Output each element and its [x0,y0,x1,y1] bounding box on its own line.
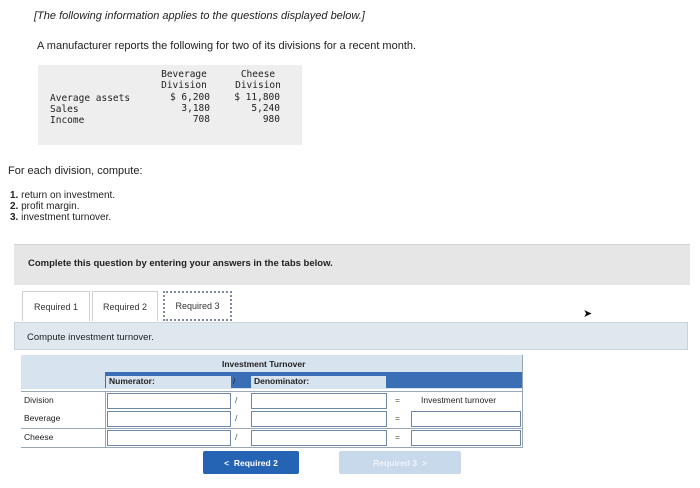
instructions-text: Complete this question by entering your … [28,258,333,269]
row-label-sales: Sales [50,104,79,115]
tab-required-2[interactable]: Required 2 [92,291,158,321]
denominator-input-division[interactable] [251,393,387,409]
investment-turnover-grid: Investment Turnover Numerator: / Denomin… [21,355,523,448]
grid-title: Investment Turnover [222,359,306,369]
compute-list: 1. return on investment. 2. profit margi… [10,190,115,223]
table-row: Beverage / = [21,410,523,429]
row-label-division: Division [24,395,54,405]
intro-statement: A manufacturer reports the following for… [37,40,417,52]
cheese-header-line1: Cheese [240,69,276,80]
numerator-input-beverage[interactable] [107,411,231,427]
beverage-sales: 3,180 [181,103,210,114]
compute-lead: For each division, compute: [8,165,143,177]
row-label-beverage: Beverage [24,413,61,423]
cheese-average-assets: $ 11,800 [234,92,280,103]
instructions-panel: Complete this question by entering your … [14,244,690,285]
cheese-sales: 5,240 [251,103,280,114]
column-divider [522,355,523,448]
list-item: 2. profit margin. [10,201,80,212]
result-input-beverage[interactable] [411,411,521,427]
intro-note: [The following information applies to th… [34,10,365,22]
header-slash: / [233,376,236,386]
denominator-input-cheese[interactable] [251,430,387,446]
slash: / [235,395,238,405]
chevron-left-icon: < [224,457,230,468]
beverage-income: 708 [192,114,210,125]
slash: / [235,432,238,442]
prev-button[interactable]: < Required 2 [203,451,299,474]
prev-button-label: Required 2 [233,457,278,468]
cheese-header-line2: Division [235,80,281,91]
division-data-table: Beverage Division Cheese Division Averag… [38,65,302,145]
equals: = [395,432,400,442]
equals: = [395,413,400,423]
table-row: Cheese / = [21,429,523,448]
row-label-average-assets: Average assets [50,93,131,104]
cheese-income: 980 [262,114,280,125]
next-button-label: Required 3 [373,457,418,468]
denominator-input-beverage[interactable] [251,411,387,427]
column-divider [105,391,106,448]
denominator-label: Denominator: [251,376,386,389]
list-item: 1. return on investment. [10,190,116,201]
row-label-cheese: Cheese [24,432,54,442]
next-button[interactable]: Required 3 > [339,451,461,474]
table-row: Division / = Investment turnover [21,391,523,411]
task-text: Compute investment turnover. [27,332,154,343]
list-item: 3. investment turnover. [10,212,112,223]
tab-required-3[interactable]: Required 3 [163,291,232,321]
result-header: Investment turnover [421,395,497,405]
beverage-header-line1: Beverage [161,69,207,80]
numerator-input-cheese[interactable] [107,430,231,446]
slash: / [235,413,238,423]
chevron-right-icon: > [421,457,427,468]
result-input-cheese[interactable] [411,430,521,446]
tab-required-1[interactable]: Required 1 [22,291,90,321]
numerator-label: Numerator: [106,376,231,389]
row-label-income: Income [50,115,85,126]
beverage-header-line2: Division [161,80,207,91]
numerator-input-division[interactable] [107,393,231,409]
task-bar: Compute investment turnover. [14,322,688,350]
equals: = [395,395,400,405]
beverage-average-assets: $ 6,200 [169,92,210,103]
mouse-cursor-icon: ➤ [583,308,593,320]
